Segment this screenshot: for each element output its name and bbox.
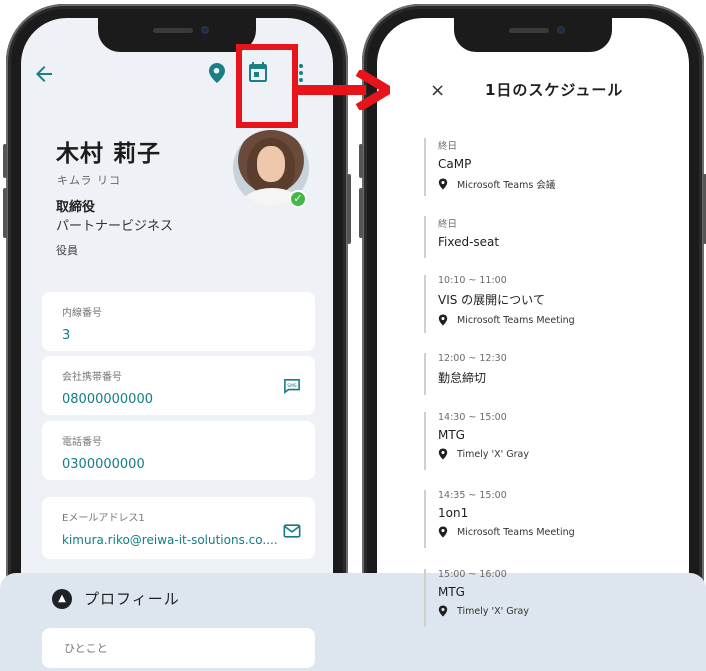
field-label: 会社携帯番号 — [62, 372, 122, 383]
event-time: 10:10 ~ 11:00 — [438, 275, 507, 286]
location-pin-icon — [438, 178, 448, 190]
arrow-right-icon — [296, 70, 390, 110]
schedule-title: 1日のスケジュール — [485, 81, 624, 99]
svg-text:SMS: SMS — [287, 383, 297, 389]
event-title: MTG — [438, 428, 465, 442]
event-location-text: Microsoft Teams Meeting — [457, 314, 575, 326]
contact-department: パートナービジネス — [56, 219, 174, 234]
event-location-text: Microsoft Teams 会議 — [457, 180, 556, 191]
schedule-event[interactable]: 終日 CaMP Microsoft Teams 会議 — [424, 138, 555, 196]
schedule-event[interactable]: 終日 Fixed-seat — [424, 216, 499, 258]
event-location-text: Microsoft Teams Meeting — [457, 526, 575, 538]
event-title: CaMP — [438, 157, 472, 171]
event-time: 14:30 ~ 15:00 — [438, 412, 507, 423]
location-pin-icon — [438, 314, 448, 326]
close-icon[interactable]: × — [430, 80, 445, 101]
phone-number[interactable]: 0300000000 — [62, 457, 145, 472]
email-card[interactable]: Eメールアドレス1 kimura.riko@reiwa-it-solutions… — [42, 497, 315, 559]
event-title: MTG — [438, 585, 465, 599]
volume-button — [3, 144, 7, 178]
extension-card[interactable]: 内線番号 3 — [42, 292, 315, 351]
mail-icon[interactable] — [283, 523, 301, 539]
notch — [454, 18, 612, 52]
company-mobile-card[interactable]: 会社携帯番号 08000000000 SMS — [42, 356, 315, 415]
event-location: Timely 'X' Gray — [438, 448, 529, 460]
notch — [98, 18, 256, 52]
volume-button — [3, 188, 7, 238]
profile-section-header[interactable]: ▲ プロフィール — [52, 588, 180, 609]
event-location: Microsoft Teams 会議 — [438, 177, 555, 191]
event-location-text: Timely 'X' Gray — [457, 605, 529, 617]
extension-number[interactable]: 3 — [62, 328, 70, 343]
event-title: Fixed-seat — [438, 235, 500, 249]
email-address[interactable]: kimura.riko@reiwa-it-solutions.co.... — [62, 533, 278, 547]
contact-kana: キムラ リコ — [57, 174, 121, 187]
schedule-event[interactable]: 14:35 ~ 15:00 1on1 Microsoft Teams Meeting — [424, 490, 575, 548]
schedule-screen — [377, 18, 689, 652]
field-label: 内線番号 — [62, 308, 102, 319]
field-label: Eメールアドレス1 — [62, 513, 145, 524]
event-location: Microsoft Teams Meeting — [438, 526, 575, 538]
chevron-up-icon[interactable]: ▲ — [52, 588, 72, 609]
power-button — [347, 174, 351, 244]
schedule-event[interactable]: 10:10 ~ 11:00 VIS の展開について Microsoft Teams … — [424, 275, 575, 333]
event-title: 勤怠締切 — [438, 371, 487, 385]
event-location-text: Timely 'X' Gray — [457, 448, 529, 460]
company-mobile-number[interactable]: 08000000000 — [62, 392, 153, 407]
location-pin-icon — [438, 605, 448, 617]
oneword-label: ひとこと — [64, 642, 108, 655]
location-pin-icon — [438, 526, 448, 538]
schedule-event[interactable]: 15:00 ~ 16:00 MTG Timely 'X' Gray — [424, 569, 529, 627]
event-location: Timely 'X' Gray — [438, 605, 529, 617]
field-label: 電話番号 — [62, 437, 102, 448]
calendar-icon[interactable] — [246, 60, 270, 84]
contact-role: 役員 — [56, 244, 78, 257]
event-time: 14:35 ~ 15:00 — [438, 490, 507, 501]
event-time: 15:00 ~ 16:00 — [438, 569, 507, 580]
status-badge: ✓ — [289, 190, 307, 208]
event-title: VIS の展開について — [438, 293, 545, 307]
event-title: 1on1 — [438, 506, 469, 520]
phone-frame-right — [359, 4, 706, 666]
event-time: 終日 — [438, 219, 458, 230]
arrow-left-icon[interactable] — [32, 62, 56, 86]
contact-name: 木村 莉子 — [56, 141, 162, 167]
sms-icon[interactable]: SMS — [283, 378, 301, 394]
volume-button — [359, 144, 363, 178]
location-pin-icon — [438, 448, 448, 460]
oneword-card[interactable]: ひとこと — [42, 628, 315, 668]
phone-card[interactable]: 電話番号 0300000000 — [42, 421, 315, 480]
contact-title: 取締役 — [56, 200, 96, 215]
schedule-event[interactable]: 14:30 ~ 15:00 MTG Timely 'X' Gray — [424, 412, 529, 470]
event-location: Microsoft Teams Meeting — [438, 314, 575, 326]
profile-section-title: プロフィール — [84, 590, 180, 608]
volume-button — [359, 188, 363, 238]
event-time: 12:00 ~ 12:30 — [438, 353, 507, 364]
schedule-event[interactable]: 12:00 ~ 12:30 勤怠締切 — [424, 353, 507, 395]
location-pin-icon[interactable] — [207, 62, 227, 84]
event-time: 終日 — [438, 141, 458, 152]
